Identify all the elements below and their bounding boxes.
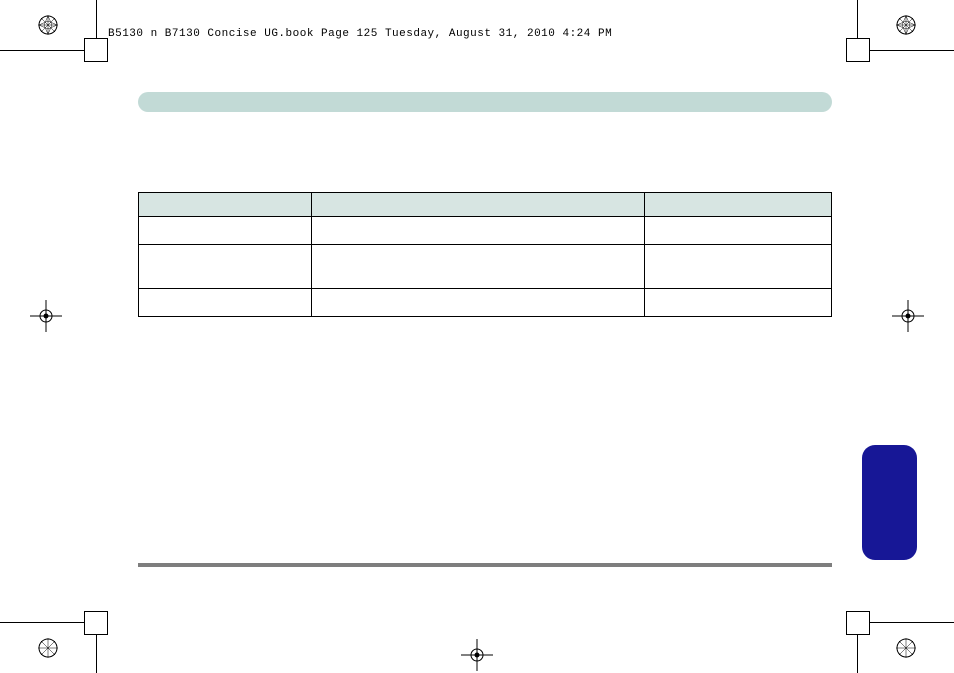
document-header-line: B5130 n B7130 Concise UG.book Page 125 T… xyxy=(108,28,612,40)
registration-mark-icon xyxy=(896,15,916,35)
registration-mark-icon xyxy=(38,638,58,658)
table-cell xyxy=(312,245,645,289)
content-table xyxy=(138,192,832,317)
table-cell xyxy=(312,217,645,245)
table-header-cell xyxy=(139,193,312,217)
table-header-cell xyxy=(312,193,645,217)
table-cell xyxy=(644,289,831,317)
table-header-row xyxy=(139,193,832,217)
document-page: B5130 n B7130 Concise UG.book Page 125 T… xyxy=(0,0,954,673)
table-header-cell xyxy=(644,193,831,217)
table-row xyxy=(139,245,832,289)
table-row xyxy=(139,289,832,317)
footer-rule xyxy=(138,563,832,567)
registration-mark-icon xyxy=(30,300,50,320)
registration-mark-icon xyxy=(461,639,481,659)
registration-mark-icon xyxy=(38,15,58,35)
table-cell xyxy=(644,217,831,245)
table-cell xyxy=(139,217,312,245)
table-cell xyxy=(312,289,645,317)
registration-mark-icon xyxy=(892,300,912,320)
table-cell xyxy=(139,289,312,317)
registration-mark-icon xyxy=(896,638,916,658)
table-cell xyxy=(139,245,312,289)
table-row xyxy=(139,217,832,245)
section-banner xyxy=(138,92,832,112)
section-thumb-tab xyxy=(862,445,917,560)
table-cell xyxy=(644,245,831,289)
